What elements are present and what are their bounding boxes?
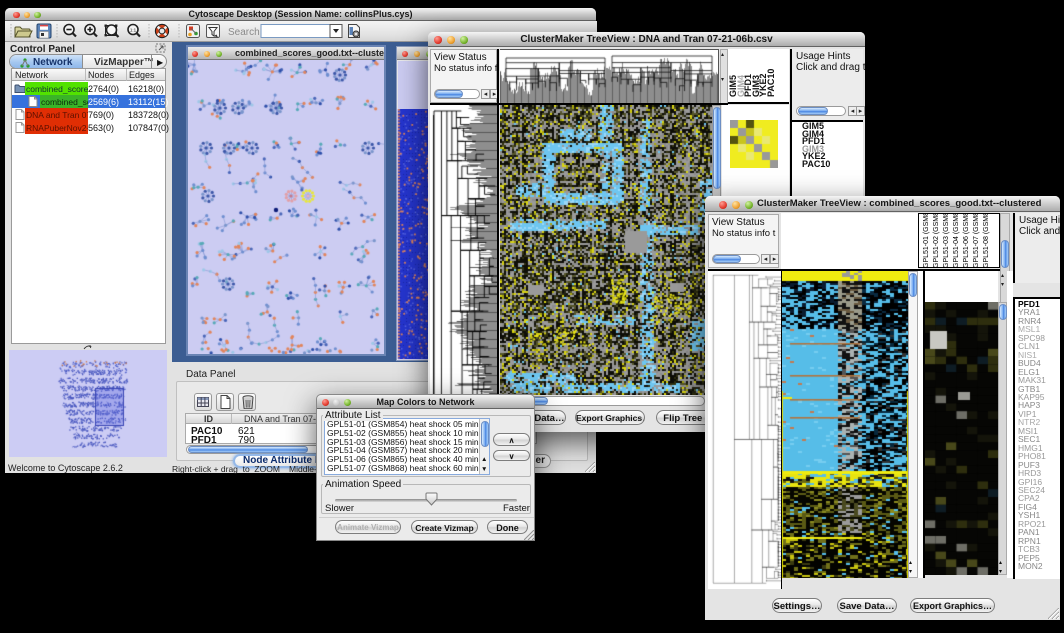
- svg-text:Search:: Search:: [228, 27, 262, 38]
- svg-text:1:1: 1:1: [130, 28, 137, 33]
